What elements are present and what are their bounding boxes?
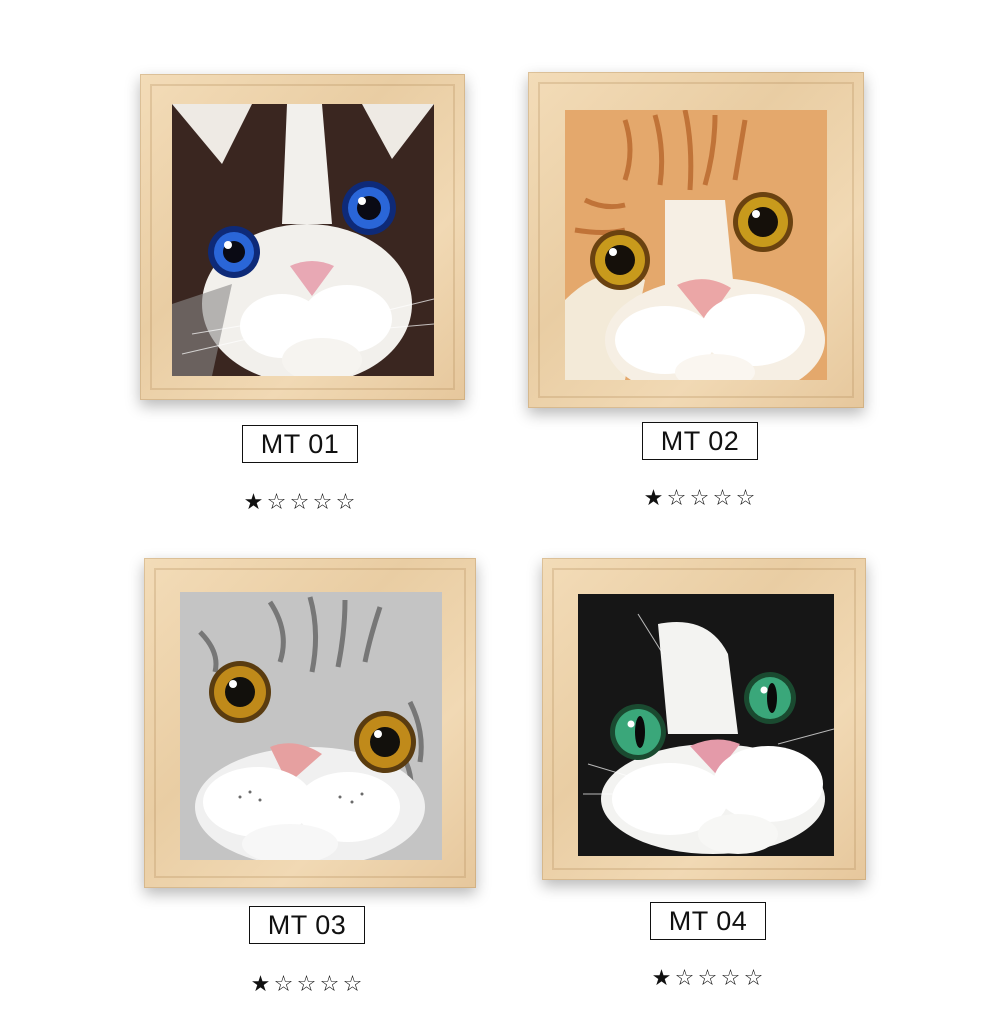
cat-face-icon [565, 110, 827, 380]
product-label: MT 02 [660, 425, 740, 456]
star-empty-icon: ☆ [743, 966, 764, 991]
star-empty-icon: ☆ [720, 966, 741, 991]
star-empty-icon: ☆ [342, 972, 363, 997]
product-label: MT 01 [260, 428, 340, 459]
star-empty-icon: ☆ [335, 490, 356, 515]
cat-face-icon [578, 594, 834, 856]
star-empty-icon: ☆ [666, 486, 687, 511]
product-label-box: MT 02 [642, 422, 758, 460]
product-image[interactable] [578, 594, 834, 856]
star-filled-icon: ★ [651, 966, 672, 991]
star-filled-icon: ★ [243, 490, 264, 515]
star-empty-icon: ☆ [319, 972, 340, 997]
star-empty-icon: ☆ [273, 972, 294, 997]
product-label: MT 03 [267, 909, 347, 940]
star-rating: ★ ☆ ☆ ☆ ☆ [249, 972, 364, 997]
star-filled-icon: ★ [643, 486, 664, 511]
star-filled-icon: ★ [250, 972, 271, 997]
star-rating: ★ ☆ ☆ ☆ ☆ [242, 490, 357, 515]
star-empty-icon: ☆ [735, 486, 756, 511]
product-label-box: MT 03 [249, 906, 365, 944]
product-image[interactable] [180, 592, 442, 860]
star-empty-icon: ☆ [296, 972, 317, 997]
star-rating: ★ ☆ ☆ ☆ ☆ [642, 486, 757, 511]
star-empty-icon: ☆ [712, 486, 733, 511]
star-empty-icon: ☆ [266, 490, 287, 515]
product-label-box: MT 04 [650, 902, 766, 940]
star-rating: ★ ☆ ☆ ☆ ☆ [650, 966, 765, 991]
product-label-box: MT 01 [242, 425, 358, 463]
star-empty-icon: ☆ [674, 966, 695, 991]
cat-face-icon [172, 104, 434, 376]
product-image[interactable] [172, 104, 434, 376]
star-empty-icon: ☆ [312, 490, 333, 515]
star-empty-icon: ☆ [697, 966, 718, 991]
star-empty-icon: ☆ [289, 490, 310, 515]
star-empty-icon: ☆ [689, 486, 710, 511]
cat-face-icon [180, 592, 442, 860]
product-label: MT 04 [668, 905, 748, 936]
product-image[interactable] [565, 110, 827, 380]
